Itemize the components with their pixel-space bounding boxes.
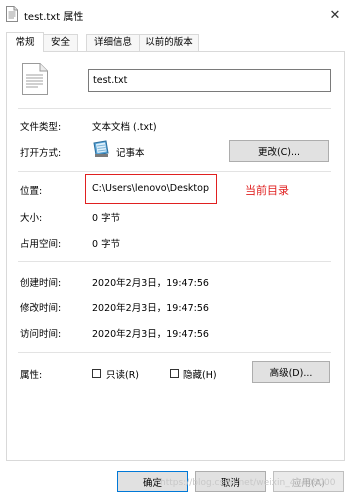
file-type-label: 文件类型: [20, 122, 62, 133]
general-panel [6, 51, 345, 461]
size-on-disk-label: 占用空间: [20, 239, 62, 250]
modified-label: 修改时间: [20, 303, 62, 314]
created-label: 创建时间: [20, 278, 62, 289]
attributes-label: 属性: [20, 370, 43, 381]
accessed-label: 访问时间: [20, 329, 62, 340]
readonly-checkbox[interactable] [92, 369, 101, 378]
modified-value: 2020年2月3日，19:47:56 [92, 303, 209, 314]
size-on-disk-value: 0 字节 [92, 239, 121, 250]
tab-details[interactable]: 详细信息 [86, 34, 140, 51]
window-title: test.txt 属性 [24, 12, 84, 23]
hidden-checkbox[interactable] [170, 369, 179, 378]
file-type-value: 文本文档 (.txt) [92, 122, 157, 133]
open-with-value: 记事本 [116, 148, 145, 159]
text-document-icon [22, 63, 48, 95]
divider [18, 261, 331, 262]
hidden-label[interactable]: 隐藏(H) [183, 367, 217, 381]
divider [18, 171, 331, 172]
close-button[interactable]: ✕ [318, 0, 352, 30]
open-with-label: 打开方式: [20, 148, 62, 159]
divider [18, 108, 331, 109]
location-label: 位置: [20, 186, 43, 197]
location-annotation: 当前目录 [245, 184, 289, 197]
title-bar: test.txt 属性 ✕ [0, 0, 352, 30]
file-name-input[interactable]: test.txt [88, 69, 331, 92]
tab-general[interactable]: 常规 [6, 32, 44, 52]
tab-previous-versions[interactable]: 以前的版本 [139, 34, 199, 51]
tab-security[interactable]: 安全 [43, 34, 78, 51]
size-value: 0 字节 [92, 213, 121, 224]
text-file-icon [6, 6, 18, 22]
size-label: 大小: [20, 213, 43, 224]
close-icon: ✕ [329, 7, 341, 23]
notepad-icon [91, 140, 111, 158]
readonly-label[interactable]: 只读(R) [106, 367, 139, 381]
advanced-button[interactable]: 高级(D)... [252, 361, 330, 383]
watermark-text: https://blog.csdn.net/weixin_43408000 [160, 478, 336, 488]
change-button[interactable]: 更改(C)... [229, 140, 329, 162]
location-value[interactable]: C:\Users\lenovo\Desktop [92, 183, 209, 194]
created-value: 2020年2月3日，19:47:56 [92, 278, 209, 289]
accessed-value: 2020年2月3日，19:47:56 [92, 329, 209, 340]
divider [18, 352, 331, 353]
